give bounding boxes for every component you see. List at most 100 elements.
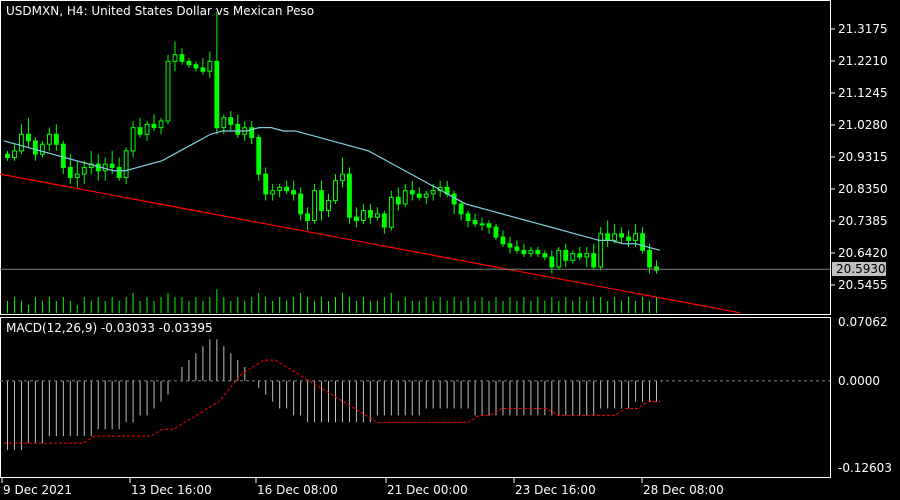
candle[interactable]: [570, 250, 576, 264]
candle[interactable]: [347, 167, 352, 224]
candle[interactable]: [486, 220, 492, 234]
candle[interactable]: [39, 140, 45, 158]
candle[interactable]: [514, 240, 520, 254]
candle[interactable]: [284, 180, 290, 194]
candle-body: [186, 60, 192, 66]
candle[interactable]: [151, 114, 157, 131]
candle[interactable]: [26, 117, 31, 148]
candle[interactable]: [577, 247, 583, 261]
candle[interactable]: [563, 243, 569, 267]
candle[interactable]: [402, 184, 408, 208]
candle[interactable]: [88, 150, 94, 175]
candle-body: [409, 190, 415, 195]
candle[interactable]: [53, 124, 59, 151]
candle[interactable]: [500, 230, 506, 248]
time-tick-label: 28 Dec 08:00: [643, 483, 724, 497]
candle[interactable]: [619, 227, 625, 244]
candle[interactable]: [137, 117, 143, 138]
candle[interactable]: [165, 54, 171, 125]
candle[interactable]: [256, 134, 262, 181]
candle[interactable]: [74, 160, 80, 188]
candle[interactable]: [172, 41, 178, 72]
candle[interactable]: [423, 190, 429, 204]
candle[interactable]: [12, 144, 17, 161]
candle[interactable]: [19, 124, 24, 155]
candle-body: [584, 253, 590, 258]
candle[interactable]: [277, 184, 283, 198]
candles[interactable]: [5, 11, 659, 274]
time-axis: 9 Dec 2021 13 Dec 16:00 16 Dec 08:00 21 Dec…: [1, 478, 724, 497]
price-tick-label: 20.7385: [838, 214, 888, 228]
candle[interactable]: [591, 243, 597, 271]
candle[interactable]: [291, 180, 297, 201]
candle[interactable]: [584, 247, 590, 267]
candle[interactable]: [367, 203, 373, 224]
candle[interactable]: [270, 184, 276, 201]
candle[interactable]: [458, 200, 464, 221]
candle[interactable]: [144, 121, 150, 141]
candle[interactable]: [130, 121, 136, 158]
candle[interactable]: [360, 203, 366, 224]
candle[interactable]: [654, 260, 659, 274]
candle-body: [39, 143, 45, 155]
candle[interactable]: [472, 213, 478, 228]
candle[interactable]: [200, 58, 206, 75]
candle[interactable]: [193, 61, 199, 72]
candle[interactable]: [542, 250, 548, 261]
candle[interactable]: [605, 220, 611, 248]
candle[interactable]: [535, 247, 541, 257]
candle[interactable]: [640, 227, 645, 254]
candle[interactable]: [5, 150, 10, 161]
candle[interactable]: [312, 184, 317, 224]
candle[interactable]: [354, 207, 359, 228]
candle[interactable]: [521, 243, 527, 257]
candle[interactable]: [319, 180, 324, 221]
candle[interactable]: [235, 114, 241, 138]
candle[interactable]: [374, 207, 380, 221]
candle[interactable]: [381, 210, 387, 234]
candle[interactable]: [507, 237, 513, 254]
candle-body: [67, 166, 73, 178]
candle[interactable]: [416, 187, 422, 201]
candle-body: [465, 213, 471, 222]
candle[interactable]: [228, 111, 234, 131]
candle[interactable]: [186, 58, 192, 68]
candle[interactable]: [214, 11, 220, 135]
candle[interactable]: [626, 230, 632, 248]
candle[interactable]: [549, 250, 555, 274]
candle[interactable]: [81, 160, 87, 185]
candle[interactable]: [207, 51, 213, 78]
candle-body: [326, 200, 331, 212]
macd-axis: 0.07062 0.0000 -0.12603: [838, 315, 892, 475]
chart-canvas: 21.3175 21.2210 21.1245 21.0280 20.9315 20.83…: [0, 0, 892, 497]
candle[interactable]: [158, 117, 164, 135]
candle[interactable]: [249, 121, 255, 145]
candle[interactable]: [305, 207, 310, 231]
candle[interactable]: [465, 210, 471, 228]
candle[interactable]: [340, 157, 345, 188]
candle[interactable]: [409, 180, 415, 201]
candle-body: [12, 150, 17, 158]
candle[interactable]: [451, 190, 457, 214]
candle[interactable]: [333, 174, 338, 204]
candle[interactable]: [528, 247, 534, 257]
candle-body: [32, 140, 38, 155]
candle[interactable]: [46, 127, 52, 151]
time-tick-label: 9 Dec 2021: [3, 483, 72, 497]
candle-body: [298, 193, 304, 215]
candle[interactable]: [556, 247, 562, 271]
candle[interactable]: [598, 227, 604, 271]
candle[interactable]: [479, 217, 485, 231]
candle[interactable]: [116, 157, 122, 181]
candle[interactable]: [179, 48, 185, 65]
candle[interactable]: [493, 223, 499, 241]
volume-bars: [6, 289, 658, 313]
candle-body: [19, 133, 24, 152]
candle[interactable]: [123, 147, 129, 185]
candle[interactable]: [388, 190, 394, 231]
candle[interactable]: [263, 167, 269, 201]
candle[interactable]: [298, 187, 304, 221]
candle[interactable]: [326, 193, 331, 218]
candle-body: [109, 163, 115, 168]
candle[interactable]: [395, 187, 401, 211]
